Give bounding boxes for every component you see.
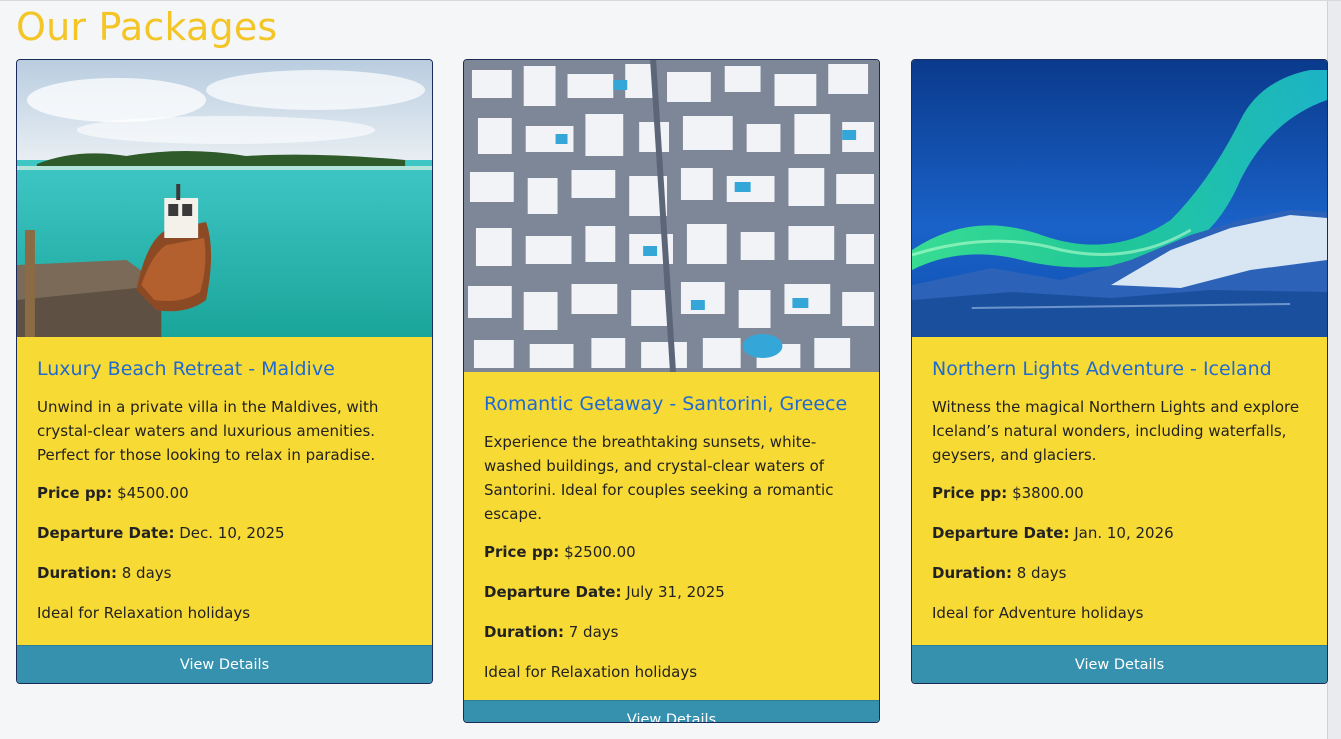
package-duration: Duration: 7 days (484, 620, 859, 644)
package-description: Unwind in a private villa in the Maldive… (37, 398, 379, 464)
package-card-santorini: Romantic Getaway - Santorini, Greece Exp… (463, 59, 880, 723)
package-description: Experience the breathtaking sunsets, whi… (484, 433, 834, 523)
departure-label: Departure Date: (932, 524, 1070, 542)
package-card-maldives: Luxury Beach Retreat - Maldive Unwind in… (16, 59, 433, 684)
view-details-button[interactable]: View Details (912, 645, 1327, 683)
duration-value: 8 days (121, 564, 172, 582)
price-label: Price pp: (932, 484, 1008, 502)
package-title[interactable]: Northern Lights Adventure - Iceland (932, 355, 1307, 383)
price-label: Price pp: (37, 484, 113, 502)
package-price: Price pp: $2500.00 (484, 540, 859, 564)
package-departure: Departure Date: Jan. 10, 2026 (932, 521, 1307, 545)
departure-value: July 31, 2025 (626, 583, 725, 601)
scrollbar-track[interactable] (1327, 1, 1341, 739)
departure-value: Dec. 10, 2025 (179, 524, 285, 542)
departure-value: Jan. 10, 2026 (1074, 524, 1174, 542)
departure-label: Departure Date: (484, 583, 622, 601)
package-price: Price pp: $4500.00 (37, 481, 412, 505)
duration-value: 8 days (1016, 564, 1067, 582)
package-departure: Departure Date: July 31, 2025 (484, 580, 859, 604)
santorini-aerial-image (464, 60, 879, 372)
duration-label: Duration: (484, 623, 564, 641)
package-price: Price pp: $3800.00 (932, 481, 1307, 505)
page-title: Our Packages (16, 5, 278, 49)
package-duration: Duration: 8 days (932, 561, 1307, 585)
view-details-button[interactable]: View Details (17, 645, 432, 683)
package-card-iceland: Northern Lights Adventure - Iceland Witn… (911, 59, 1328, 684)
package-ideal-for: Ideal for Relaxation holidays (37, 604, 251, 622)
price-label: Price pp: (484, 543, 560, 561)
view-details-button[interactable]: View Details (464, 700, 879, 722)
package-ideal-for: Ideal for Adventure holidays (932, 604, 1144, 622)
duration-label: Duration: (932, 564, 1012, 582)
maldives-beach-image (17, 60, 432, 337)
duration-label: Duration: (37, 564, 117, 582)
package-title[interactable]: Luxury Beach Retreat - Maldive (37, 355, 412, 383)
duration-value: 7 days (568, 623, 619, 641)
price-value: $4500.00 (117, 484, 189, 502)
package-title[interactable]: Romantic Getaway - Santorini, Greece (484, 390, 859, 418)
package-departure: Departure Date: Dec. 10, 2025 (37, 521, 412, 545)
price-value: $2500.00 (564, 543, 636, 561)
price-value: $3800.00 (1012, 484, 1084, 502)
departure-label: Departure Date: (37, 524, 175, 542)
package-ideal-for: Ideal for Relaxation holidays (484, 663, 698, 681)
package-description: Witness the magical Northern Lights and … (932, 398, 1300, 464)
iceland-aurora-image (912, 60, 1327, 337)
package-duration: Duration: 8 days (37, 561, 412, 585)
